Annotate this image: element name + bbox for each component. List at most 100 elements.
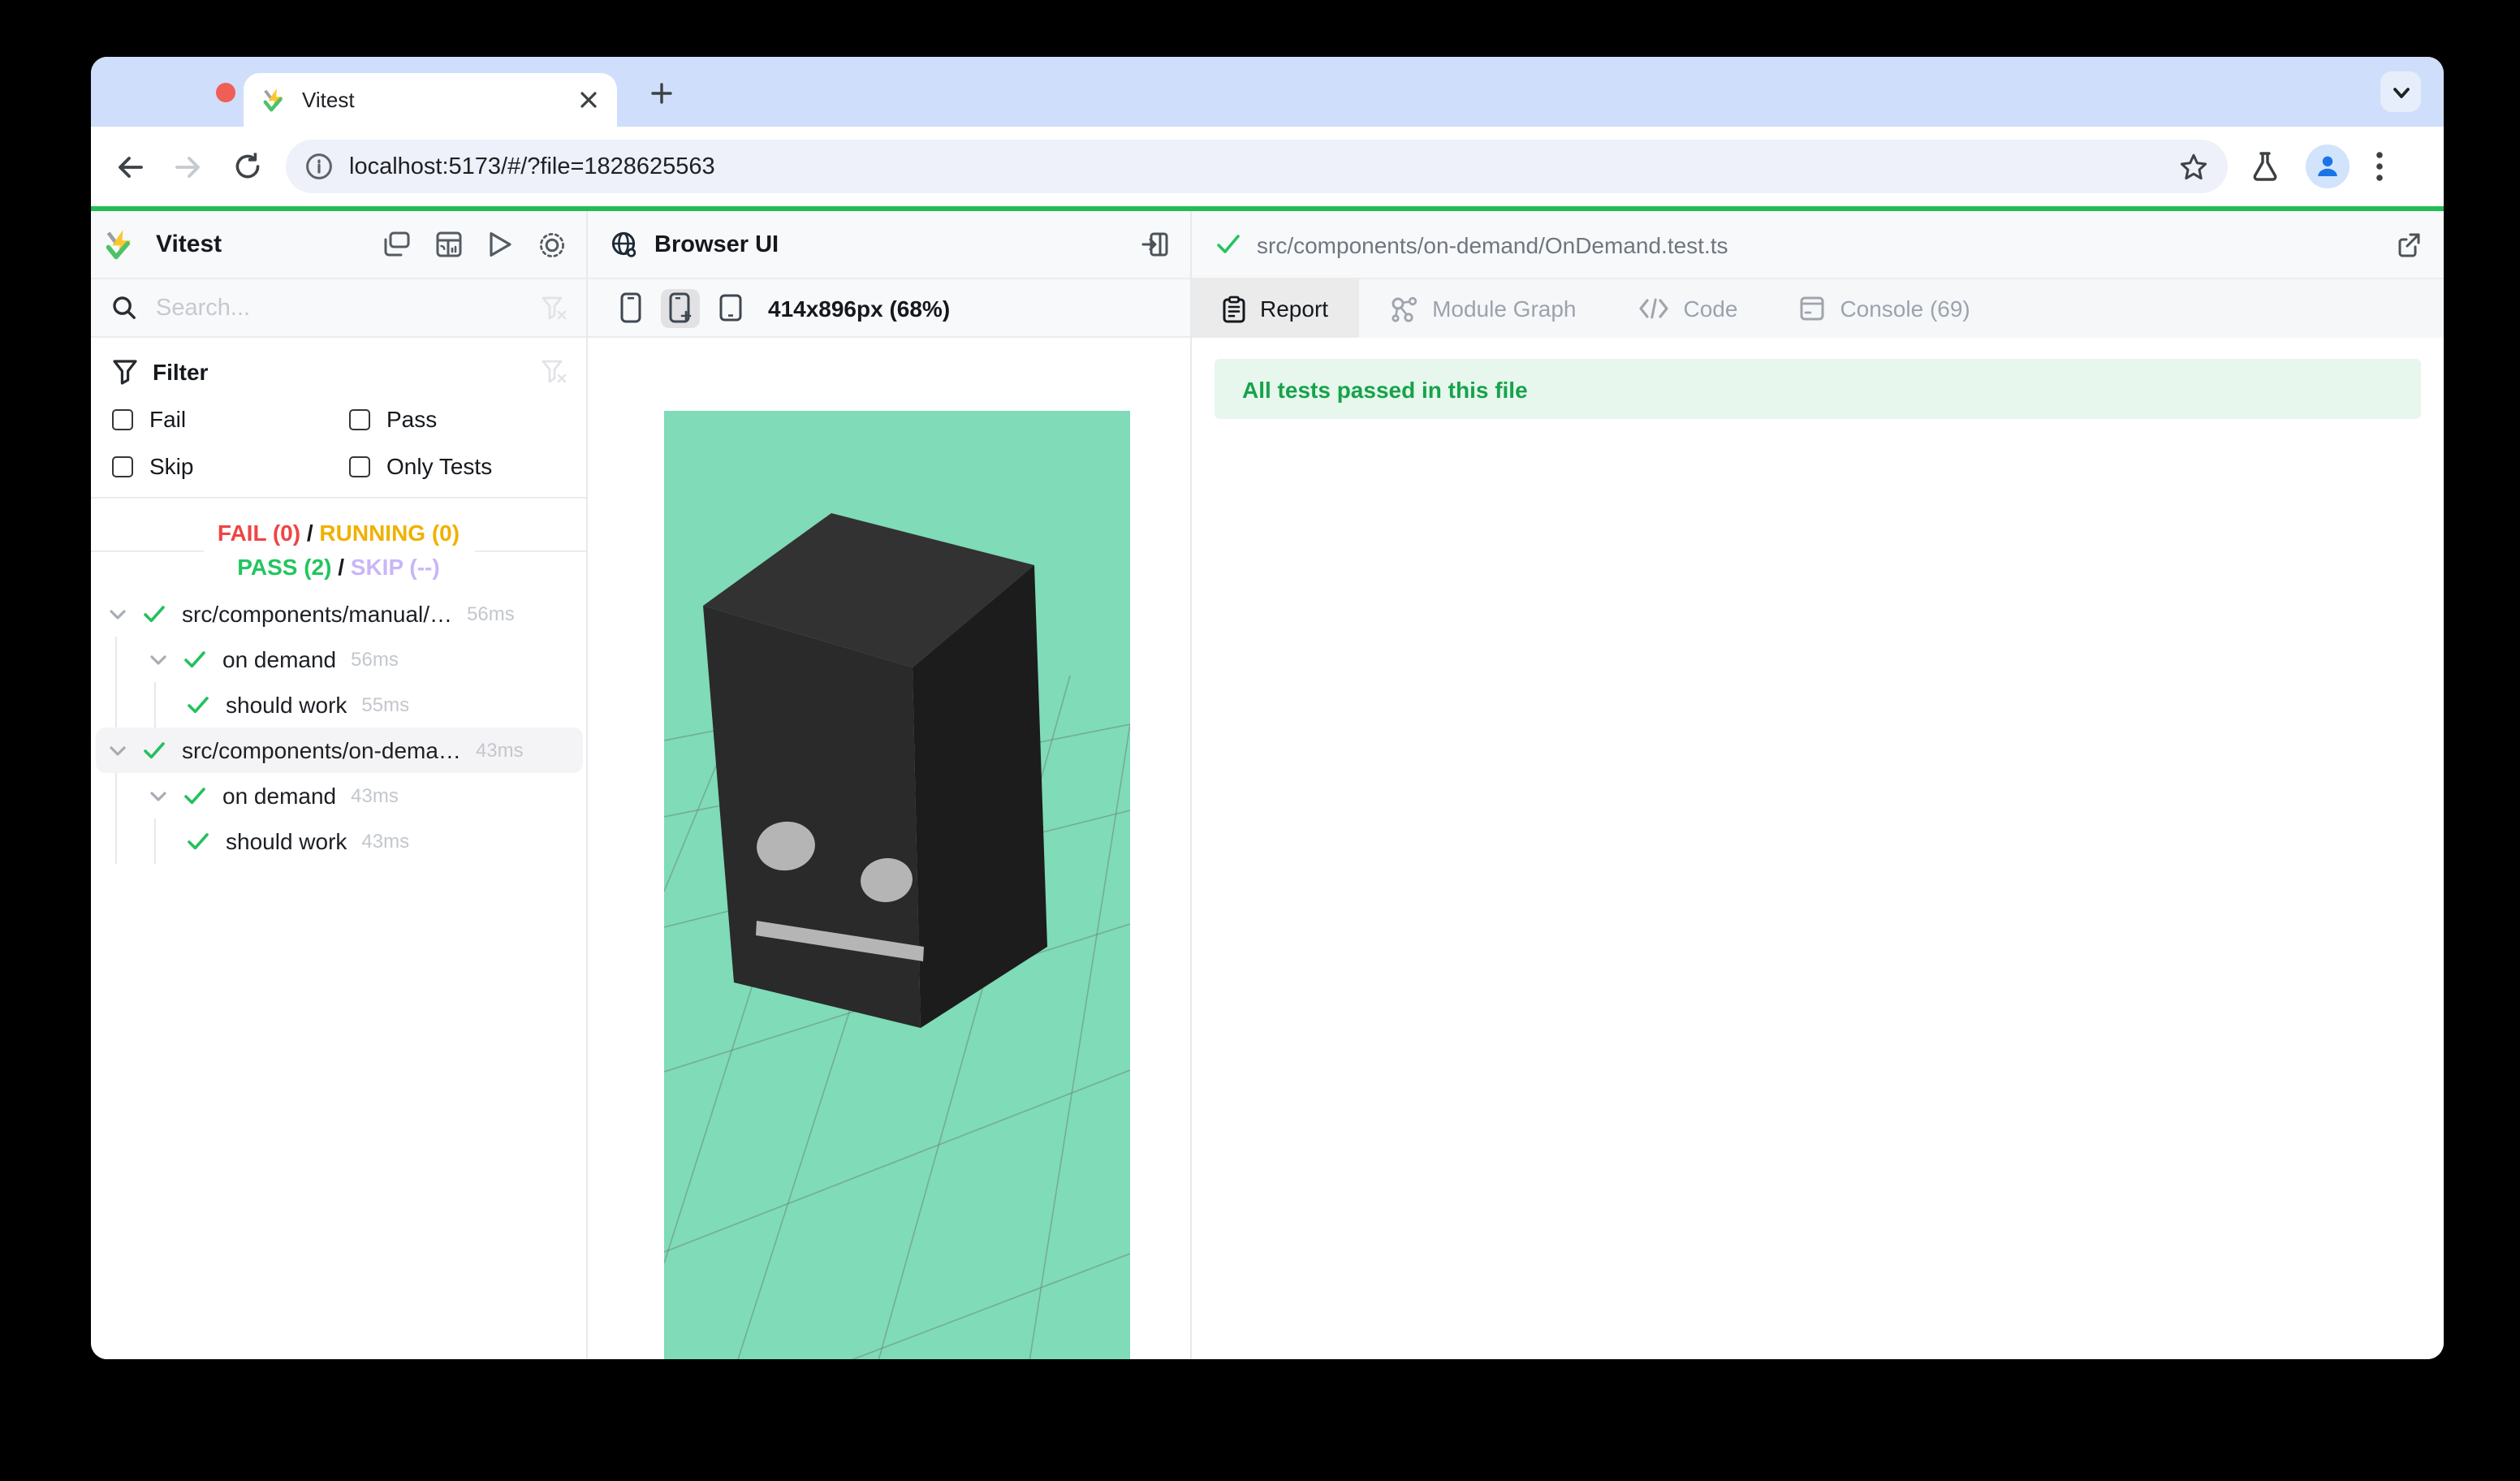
checkbox[interactable] [112,408,133,430]
test-suite-row[interactable]: on demand 56ms [96,637,583,682]
test-case-row[interactable]: should work 55ms [96,682,583,728]
browser-tab-strip: Vitest [91,57,2444,127]
site-info-icon[interactable] [305,153,333,180]
preset-phone-plus-icon[interactable] [661,288,700,327]
report-clipboard-icon [1223,295,1245,322]
pass-check-icon [187,830,209,853]
filter-checkbox-only-tests[interactable]: Only Tests [349,453,492,479]
module-graph-icon [1390,295,1418,322]
tab-close-icon[interactable] [580,91,598,109]
search-input[interactable] [153,293,539,322]
search-icon [112,296,136,320]
indent-guide [115,818,117,864]
new-tab-icon[interactable] [643,75,679,110]
back-icon[interactable] [112,149,148,184]
status-line-fail-running: FAIL (0) / RUNNING (0) [218,516,460,551]
clear-filters-icon[interactable] [539,358,567,386]
checkbox[interactable] [349,456,370,477]
tab-search-chevron-icon[interactable] [2380,71,2421,112]
browser-ui-panel: Browser UI [588,211,1190,1359]
address-bar[interactable]: localhost:5173/#/?file=1828625563 [286,140,2228,193]
test-tree: src/components/manual/… 56ms on demand 5… [91,591,586,864]
browser-ui-header: Browser UI [588,211,1190,279]
run-all-icon[interactable] [485,230,515,259]
indent-guide [115,637,117,682]
browser-window: Vitest [91,57,2444,1359]
filter-checkbox-skip[interactable]: Skip [112,453,349,479]
tab-code[interactable]: Code [1607,279,1769,338]
pass-check-icon [183,784,206,807]
filter-panel: Filter Fail Pass [91,338,586,499]
dock-panel-right-icon[interactable] [1140,230,1169,259]
pass-check-icon [143,739,166,762]
clear-search-filter-icon[interactable] [539,294,567,322]
url-text[interactable]: localhost:5173/#/?file=1828625563 [349,153,2163,179]
pass-check-icon [187,693,209,716]
checkbox[interactable] [112,456,133,477]
tab-console[interactable]: Console (69) [1768,279,2000,338]
chevron-down-icon[interactable] [148,785,169,806]
sidebar-header: Vitest [91,211,586,279]
dashboard-icon[interactable] [434,230,463,259]
viewport-toolbar: 414x896px (68%) [588,279,1190,338]
forward-icon[interactable] [170,149,206,184]
test-file-row-selected[interactable]: src/components/on-dema… 43ms [96,728,583,773]
preset-tablet-icon[interactable] [711,288,750,327]
pass-check-icon [183,648,206,671]
chevron-down-icon[interactable] [107,603,128,624]
checkbox[interactable] [349,408,370,430]
robot-cube [703,513,1047,1028]
indent-guide [154,682,156,728]
all-tests-passed-banner: All tests passed in this file [1215,359,2421,419]
flask-icon[interactable] [2250,151,2280,182]
filter-checkbox-fail[interactable]: Fail [112,406,349,432]
code-icon [1638,297,1669,320]
viewport-size-label: 414x896px (68%) [768,295,950,321]
status-line-pass-skip: PASS (2) / SKIP (--) [218,551,460,585]
browser-toolbar: localhost:5173/#/?file=1828625563 [91,127,2444,206]
chevron-down-icon[interactable] [148,649,169,670]
desktop: Vitest [0,0,2520,1481]
sidebar-search-row [91,279,586,338]
indent-guide [154,818,156,864]
test-suite-row[interactable]: on demand 43ms [96,773,583,818]
app-title: Vitest [156,231,222,258]
globe-icon [611,231,638,258]
file-path: src/components/on-demand/OnDemand.test.t… [1257,231,2393,257]
file-header: src/components/on-demand/OnDemand.test.t… [1192,211,2444,279]
window-close-button[interactable] [216,83,235,102]
reload-icon[interactable] [229,149,265,184]
overlapping-windows-icon[interactable] [382,230,411,259]
test-case-row[interactable]: should work 43ms [96,818,583,864]
vitest-ui: Vitest [91,211,2444,1359]
vitest-favicon-icon [263,88,287,112]
report-panel: src/components/on-demand/OnDemand.test.t… [1192,211,2444,1359]
indent-guide [115,773,117,818]
indent-guide [115,682,117,728]
browser-preview-canvas[interactable] [664,411,1130,1359]
preset-phone-small-icon[interactable] [611,288,649,327]
tab-title: Vitest [302,88,565,112]
filter-title: Filter [153,359,208,385]
tab-report[interactable]: Report [1192,279,1359,338]
browser-ui-title: Browser UI [654,231,779,257]
banner-text: All tests passed in this file [1242,376,1528,402]
funnel-filter-icon [112,359,138,385]
bookmark-star-icon[interactable] [2179,152,2208,181]
chevron-down-icon[interactable] [107,740,128,761]
report-tab-bar: Report Module Graph Code [1192,279,2444,338]
console-icon [1799,296,1825,322]
test-status-summary: FAIL (0) / RUNNING (0) PASS (2) / SKIP (… [91,499,586,591]
profile-avatar[interactable] [2306,145,2350,188]
vitest-logo-icon [106,229,136,260]
browser-tab-vitest[interactable]: Vitest [244,73,617,127]
sidebar: Vitest [91,211,586,1359]
toolbar-right-icons [2250,145,2384,188]
test-file-row[interactable]: src/components/manual/… 56ms [96,591,583,637]
tab-module-graph[interactable]: Module Graph [1359,279,1607,338]
theme-toggle-icon[interactable] [537,230,567,259]
file-pass-check-icon [1216,232,1241,257]
kebab-menu-icon[interactable] [2375,151,2384,182]
open-in-editor-icon[interactable] [2393,231,2421,258]
filter-checkbox-pass[interactable]: Pass [349,406,437,432]
